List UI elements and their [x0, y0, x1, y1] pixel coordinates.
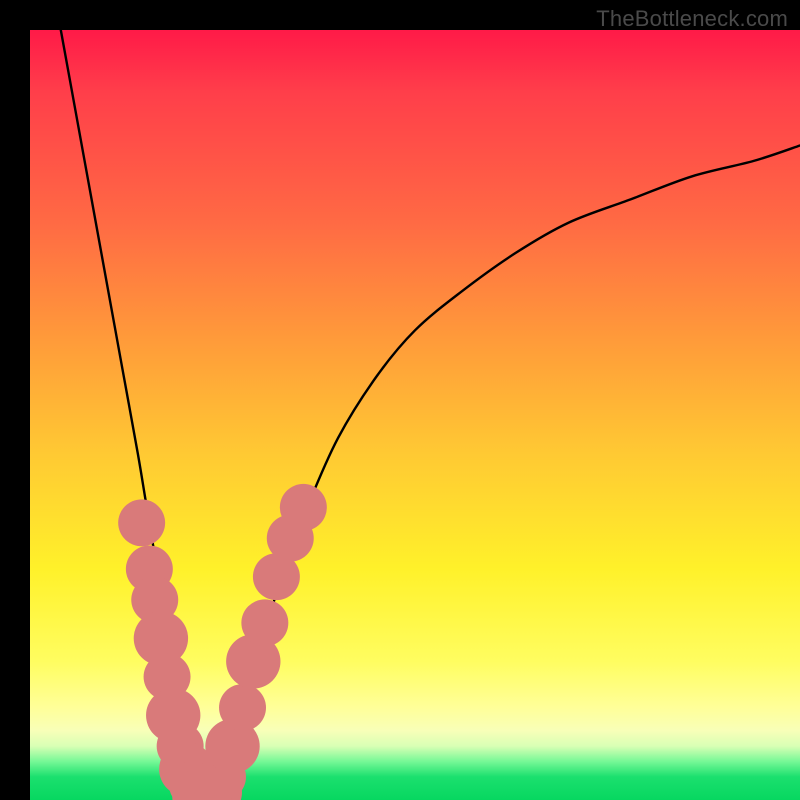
highlighted-points	[118, 484, 327, 800]
chart-frame: TheBottleneck.com	[0, 0, 800, 800]
highlight-dot	[118, 499, 165, 546]
curve-layer	[30, 30, 800, 800]
plot-area	[30, 30, 800, 800]
watermark-text: TheBottleneck.com	[596, 6, 788, 32]
highlight-dot	[241, 599, 288, 646]
highlight-dot	[280, 484, 327, 531]
highlight-dot	[219, 684, 266, 731]
